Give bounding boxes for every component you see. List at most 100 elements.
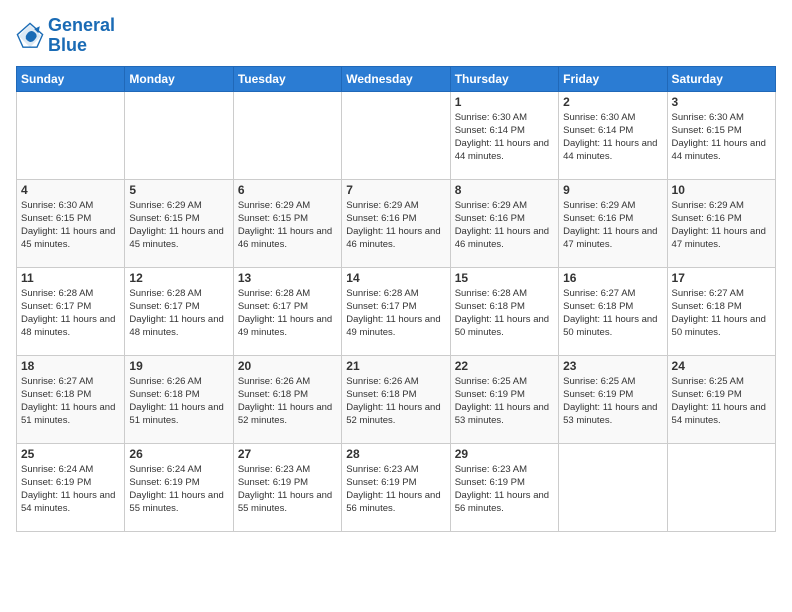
- col-header-thursday: Thursday: [450, 66, 558, 91]
- calendar-cell: 19 Sunrise: 6:26 AMSunset: 6:18 PMDayligh…: [125, 355, 233, 443]
- calendar-cell: 12Sunrise: 6:28 AMSunset: 6:17 PMDayligh…: [125, 267, 233, 355]
- calendar-cell: 18 Sunrise: 6:27 AMSunset: 6:18 PMDayligh…: [17, 355, 125, 443]
- calendar-cell: 9Sunrise: 6:29 AMSunset: 6:16 PMDaylight…: [559, 179, 667, 267]
- day-info: Sunrise: 6:29 AMSunset: 6:16 PMDaylight:…: [563, 199, 662, 252]
- day-info: Sunrise: 6:25 AMSunset: 6:19 PMDaylight:…: [672, 375, 771, 428]
- calendar-cell: 10 Sunrise: 6:29 AMSunset: 6:16 PMDayligh…: [667, 179, 775, 267]
- logo: General Blue: [16, 16, 115, 56]
- day-info: Sunrise: 6:28 AMSunset: 6:17 PMDaylight:…: [346, 287, 445, 340]
- day-info: Sunrise: 6:25 AMSunset: 6:19 PMDaylight:…: [563, 375, 662, 428]
- calendar-cell: 25 Sunrise: 6:24 AMSunset: 6:19 PMDayligh…: [17, 443, 125, 531]
- calendar-cell: [233, 91, 341, 179]
- calendar-cell: 11 Sunrise: 6:28 AMSunset: 6:17 PMDayligh…: [17, 267, 125, 355]
- calendar-cell: 1 Sunrise: 6:30 AMSunset: 6:14 PMDaylight…: [450, 91, 558, 179]
- day-number: 1: [455, 95, 554, 109]
- day-info: Sunrise: 6:25 AMSunset: 6:19 PMDaylight:…: [455, 375, 554, 428]
- calendar-cell: [559, 443, 667, 531]
- day-number: 19: [129, 359, 228, 373]
- day-number: 23: [563, 359, 662, 373]
- calendar-cell: 16Sunrise: 6:27 AMSunset: 6:18 PMDayligh…: [559, 267, 667, 355]
- calendar-cell: 8 Sunrise: 6:29 AMSunset: 6:16 PMDaylight…: [450, 179, 558, 267]
- day-info: Sunrise: 6:24 AMSunset: 6:19 PMDaylight:…: [21, 463, 120, 516]
- calendar-cell: 29Sunrise: 6:23 AMSunset: 6:19 PMDayligh…: [450, 443, 558, 531]
- calendar-cell: 3 Sunrise: 6:30 AMSunset: 6:15 PMDaylight…: [667, 91, 775, 179]
- calendar-cell: [342, 91, 450, 179]
- calendar-cell: 14 Sunrise: 6:28 AMSunset: 6:17 PMDayligh…: [342, 267, 450, 355]
- day-number: 13: [238, 271, 337, 285]
- col-header-friday: Friday: [559, 66, 667, 91]
- col-header-monday: Monday: [125, 66, 233, 91]
- calendar-cell: 21 Sunrise: 6:26 AMSunset: 6:18 PMDayligh…: [342, 355, 450, 443]
- day-number: 14: [346, 271, 445, 285]
- calendar-cell: 24 Sunrise: 6:25 AMSunset: 6:19 PMDayligh…: [667, 355, 775, 443]
- col-header-saturday: Saturday: [667, 66, 775, 91]
- day-number: 2: [563, 95, 662, 109]
- day-info: Sunrise: 6:30 AMSunset: 6:15 PMDaylight:…: [21, 199, 120, 252]
- calendar-cell: 26 Sunrise: 6:24 AMSunset: 6:19 PMDayligh…: [125, 443, 233, 531]
- day-info: Sunrise: 6:27 AMSunset: 6:18 PMDaylight:…: [21, 375, 120, 428]
- col-header-tuesday: Tuesday: [233, 66, 341, 91]
- day-info: Sunrise: 6:30 AMSunset: 6:14 PMDaylight:…: [455, 111, 554, 164]
- day-info: Sunrise: 6:29 AMSunset: 6:16 PMDaylight:…: [672, 199, 771, 252]
- calendar-cell: [125, 91, 233, 179]
- day-number: 11: [21, 271, 120, 285]
- day-number: 4: [21, 183, 120, 197]
- day-info: Sunrise: 6:29 AMSunset: 6:15 PMDaylight:…: [238, 199, 337, 252]
- logo-icon: [16, 22, 44, 50]
- day-info: Sunrise: 6:30 AMSunset: 6:15 PMDaylight:…: [672, 111, 771, 164]
- day-number: 26: [129, 447, 228, 461]
- day-number: 29: [455, 447, 554, 461]
- calendar-cell: 15 Sunrise: 6:28 AMSunset: 6:18 PMDayligh…: [450, 267, 558, 355]
- calendar-cell: 13Sunrise: 6:28 AMSunset: 6:17 PMDayligh…: [233, 267, 341, 355]
- calendar-cell: 20Sunrise: 6:26 AMSunset: 6:18 PMDayligh…: [233, 355, 341, 443]
- day-info: Sunrise: 6:29 AMSunset: 6:15 PMDaylight:…: [129, 199, 228, 252]
- col-header-wednesday: Wednesday: [342, 66, 450, 91]
- header: General Blue: [16, 16, 776, 56]
- calendar-week-4: 18 Sunrise: 6:27 AMSunset: 6:18 PMDayligh…: [17, 355, 776, 443]
- calendar-cell: 28 Sunrise: 6:23 AMSunset: 6:19 PMDayligh…: [342, 443, 450, 531]
- calendar-week-5: 25 Sunrise: 6:24 AMSunset: 6:19 PMDayligh…: [17, 443, 776, 531]
- day-info: Sunrise: 6:26 AMSunset: 6:18 PMDaylight:…: [238, 375, 337, 428]
- day-number: 3: [672, 95, 771, 109]
- day-number: 25: [21, 447, 120, 461]
- day-number: 21: [346, 359, 445, 373]
- calendar-cell: 2 Sunrise: 6:30 AMSunset: 6:14 PMDaylight…: [559, 91, 667, 179]
- col-header-sunday: Sunday: [17, 66, 125, 91]
- logo-text: General Blue: [48, 16, 115, 56]
- day-info: Sunrise: 6:27 AMSunset: 6:18 PMDaylight:…: [563, 287, 662, 340]
- page: General Blue SundayMondayTuesdayWednesda…: [0, 0, 792, 612]
- calendar-cell: [17, 91, 125, 179]
- day-info: Sunrise: 6:24 AMSunset: 6:19 PMDaylight:…: [129, 463, 228, 516]
- day-number: 18: [21, 359, 120, 373]
- calendar-cell: 6Sunrise: 6:29 AMSunset: 6:15 PMDaylight…: [233, 179, 341, 267]
- day-info: Sunrise: 6:27 AMSunset: 6:18 PMDaylight:…: [672, 287, 771, 340]
- day-info: Sunrise: 6:23 AMSunset: 6:19 PMDaylight:…: [346, 463, 445, 516]
- calendar-cell: 22 Sunrise: 6:25 AMSunset: 6:19 PMDayligh…: [450, 355, 558, 443]
- day-info: Sunrise: 6:26 AMSunset: 6:18 PMDaylight:…: [129, 375, 228, 428]
- day-number: 12: [129, 271, 228, 285]
- day-info: Sunrise: 6:26 AMSunset: 6:18 PMDaylight:…: [346, 375, 445, 428]
- day-info: Sunrise: 6:29 AMSunset: 6:16 PMDaylight:…: [346, 199, 445, 252]
- calendar-week-1: 1 Sunrise: 6:30 AMSunset: 6:14 PMDaylight…: [17, 91, 776, 179]
- calendar-header-row: SundayMondayTuesdayWednesdayThursdayFrid…: [17, 66, 776, 91]
- day-number: 10: [672, 183, 771, 197]
- calendar-cell: 17 Sunrise: 6:27 AMSunset: 6:18 PMDayligh…: [667, 267, 775, 355]
- day-number: 24: [672, 359, 771, 373]
- day-number: 27: [238, 447, 337, 461]
- day-number: 22: [455, 359, 554, 373]
- calendar-cell: 23 Sunrise: 6:25 AMSunset: 6:19 PMDayligh…: [559, 355, 667, 443]
- day-number: 28: [346, 447, 445, 461]
- day-info: Sunrise: 6:29 AMSunset: 6:16 PMDaylight:…: [455, 199, 554, 252]
- day-info: Sunrise: 6:28 AMSunset: 6:17 PMDaylight:…: [21, 287, 120, 340]
- day-number: 5: [129, 183, 228, 197]
- calendar-week-2: 4 Sunrise: 6:30 AMSunset: 6:15 PMDaylight…: [17, 179, 776, 267]
- day-info: Sunrise: 6:28 AMSunset: 6:18 PMDaylight:…: [455, 287, 554, 340]
- day-info: Sunrise: 6:30 AMSunset: 6:14 PMDaylight:…: [563, 111, 662, 164]
- day-number: 17: [672, 271, 771, 285]
- day-number: 15: [455, 271, 554, 285]
- calendar-cell: 5 Sunrise: 6:29 AMSunset: 6:15 PMDaylight…: [125, 179, 233, 267]
- day-number: 7: [346, 183, 445, 197]
- day-number: 8: [455, 183, 554, 197]
- day-info: Sunrise: 6:23 AMSunset: 6:19 PMDaylight:…: [238, 463, 337, 516]
- calendar-cell: 4 Sunrise: 6:30 AMSunset: 6:15 PMDaylight…: [17, 179, 125, 267]
